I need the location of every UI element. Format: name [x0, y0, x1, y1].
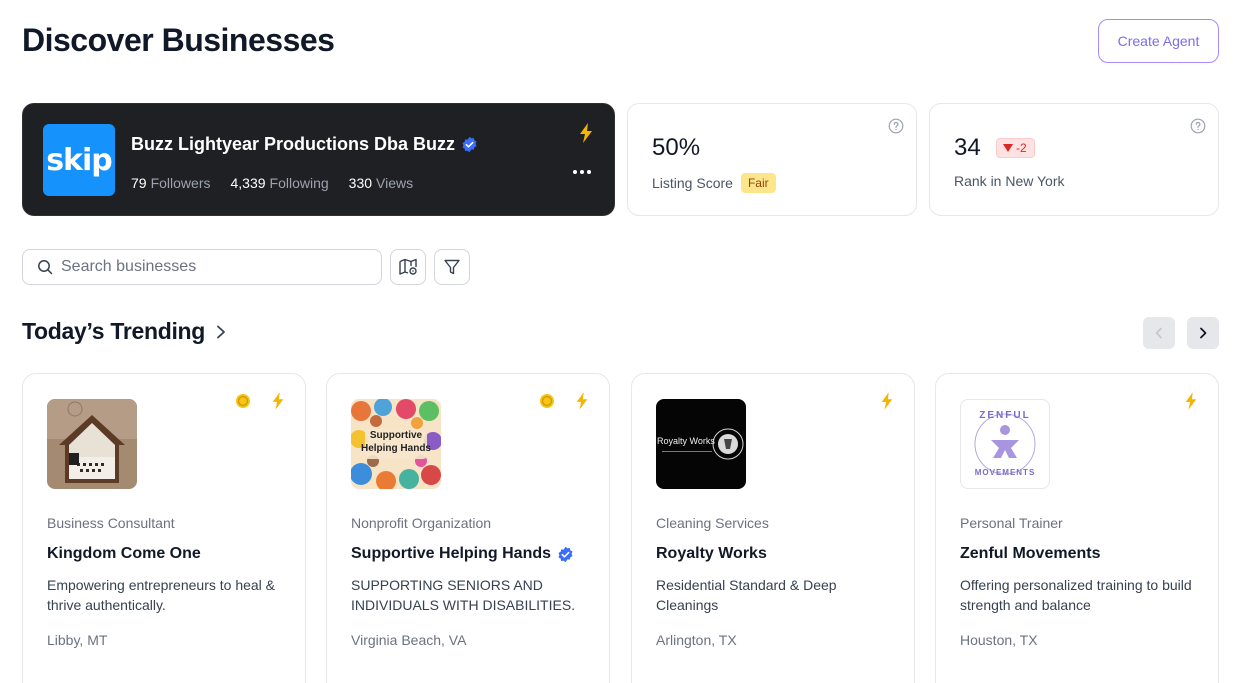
filter-icon	[444, 259, 460, 275]
business-card[interactable]: Business Consultant Kingdom Come One Emp…	[22, 373, 306, 683]
verified-badge-icon	[462, 136, 477, 153]
business-category: Personal Trainer	[960, 515, 1063, 531]
business-icons	[539, 392, 589, 410]
verified-badge-icon	[558, 546, 573, 562]
business-name[interactable]: Zenful Movements	[960, 545, 1100, 563]
chevron-right-icon	[1200, 327, 1207, 339]
rank-card: 34 -2 Rank in New York	[929, 103, 1219, 216]
filter-button[interactable]	[434, 249, 470, 285]
chevron-left-icon	[1155, 327, 1162, 339]
image-caption-bottom: MOVEMENTS	[974, 468, 1036, 477]
business-category: Nonprofit Organization	[351, 515, 492, 531]
more-options-icon[interactable]	[572, 166, 592, 178]
map-icon	[399, 258, 417, 275]
search-box	[22, 249, 382, 285]
help-icon[interactable]	[888, 118, 904, 134]
bolt-icon	[580, 123, 592, 143]
business-image: ZENFUL MOVEMENTS	[960, 399, 1050, 489]
rank-label: Rank in New York	[954, 173, 1065, 189]
listing-score-value: 50%	[652, 134, 701, 161]
status-badge: Fair	[740, 173, 776, 193]
bolt-icon	[1185, 392, 1197, 410]
profile-card[interactable]: skip Buzz Lightyear Productions Dba Buzz…	[22, 103, 615, 216]
business-location: Virginia Beach, VA	[351, 632, 467, 648]
business-logo: skip	[43, 124, 115, 196]
business-image: Royalty Works	[656, 399, 746, 489]
business-location: Arlington, TX	[656, 632, 737, 648]
business-image: Supportive Helping Hands	[351, 399, 441, 489]
chevron-right-icon	[217, 325, 225, 338]
business-card[interactable]: Royalty Works Cleaning Services Royalty …	[631, 373, 915, 683]
help-icon[interactable]	[1190, 118, 1206, 134]
trending-section-title[interactable]: Today’s Trending	[22, 318, 227, 345]
image-caption-top: ZENFUL	[979, 410, 1031, 421]
listing-score-label-row: Listing Score Fair	[652, 173, 776, 193]
profile-name-row: Buzz Lightyear Productions Dba Buzz	[131, 134, 478, 155]
carousel-prev-button[interactable]	[1143, 317, 1175, 349]
listing-score-card: 50% Listing Score Fair	[627, 103, 917, 216]
coin-icon	[540, 394, 554, 408]
down-arrow-icon	[1003, 144, 1013, 152]
business-icons	[880, 392, 894, 410]
business-description: SUPPORTING SENIORS AND INDIVIDUALS WITH …	[351, 577, 576, 613]
bolt-icon	[881, 392, 893, 410]
business-location: Houston, TX	[960, 632, 1038, 648]
views-stat: 330 Views	[348, 175, 414, 191]
business-name[interactable]: Kingdom Come One	[47, 545, 201, 563]
business-location: Libby, MT	[47, 632, 108, 648]
business-description: Offering personalized training to build …	[960, 577, 1192, 613]
profile-name: Buzz Lightyear Productions Dba Buzz	[131, 134, 456, 154]
search-input[interactable]	[61, 258, 361, 276]
coin-icon	[236, 394, 250, 408]
business-card[interactable]: Supportive Helping Hands Nonprofit Organ…	[326, 373, 610, 683]
business-category: Cleaning Services	[656, 515, 769, 531]
followers-stat[interactable]: 79 Followers	[131, 175, 210, 191]
bolt-icon	[272, 392, 284, 410]
business-name[interactable]: Royalty Works	[656, 545, 767, 563]
following-stat[interactable]: 4,339 Following	[230, 175, 328, 191]
business-icons	[1184, 392, 1198, 410]
rank-value: 34	[954, 134, 981, 161]
map-view-button[interactable]	[390, 249, 426, 285]
business-category: Business Consultant	[47, 515, 175, 531]
profile-stats: 79 Followers 4,339 Following 330 Views	[131, 175, 413, 191]
page-title: Discover Businesses	[22, 22, 335, 58]
business-name[interactable]: Supportive Helping Hands	[351, 545, 574, 563]
carousel-next-button[interactable]	[1187, 317, 1219, 349]
rank-change-badge: -2	[996, 138, 1035, 158]
business-card[interactable]: ZENFUL MOVEMENTS Personal Trainer Zenful…	[935, 373, 1219, 683]
business-description: Empowering entrepreneurs to heal & thriv…	[47, 577, 276, 613]
search-icon	[38, 260, 53, 275]
image-caption: Royalty Works	[657, 436, 715, 446]
business-icons	[235, 392, 285, 410]
business-description: Residential Standard & Deep Cleanings	[656, 577, 837, 613]
create-agent-button[interactable]: Create Agent	[1098, 19, 1219, 63]
bolt-icon	[576, 392, 588, 410]
listing-score-label: Listing Score	[652, 175, 733, 191]
image-caption: Supportive Helping Hands	[360, 430, 431, 454]
business-image	[47, 399, 137, 489]
